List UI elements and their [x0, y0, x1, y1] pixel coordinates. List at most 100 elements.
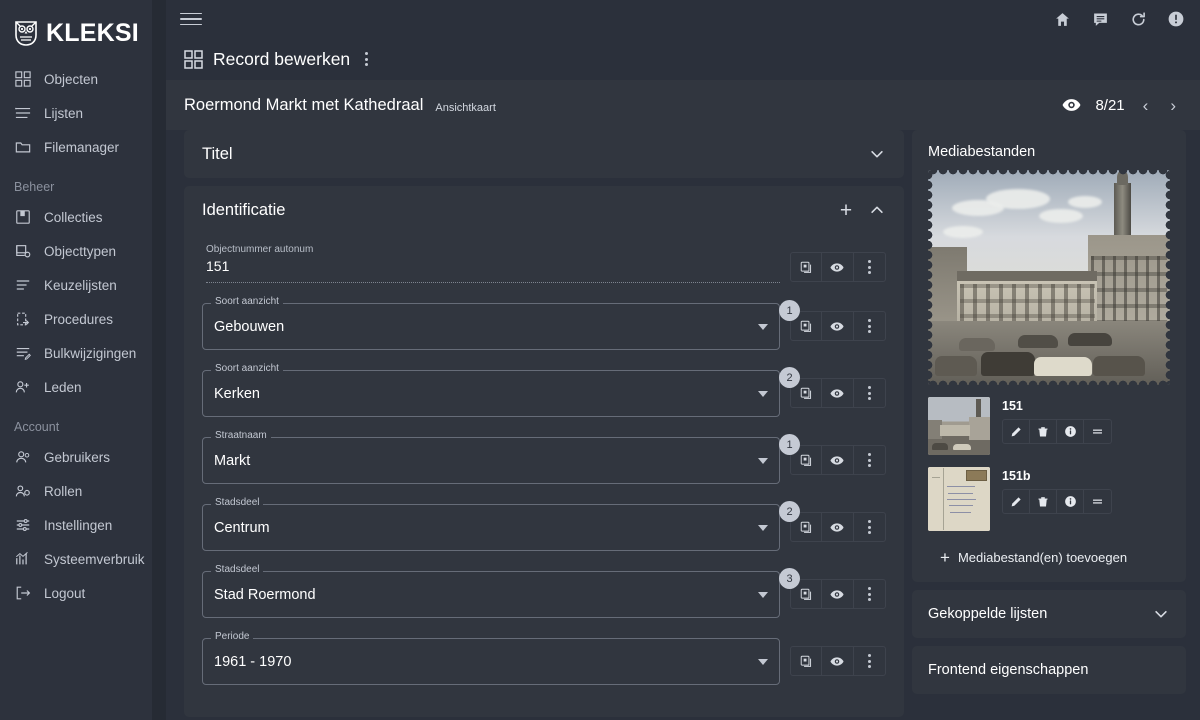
info-icon[interactable]: [1057, 490, 1084, 513]
grid-four-icon: [184, 49, 203, 69]
hamburger-menu-icon[interactable]: [180, 8, 202, 30]
pencil-edit-icon[interactable]: [1003, 420, 1030, 443]
folder-icon: [14, 138, 32, 156]
section-titel-header[interactable]: Titel: [184, 130, 904, 178]
prev-record-button[interactable]: ‹: [1139, 95, 1153, 116]
sidebar-item-systeemverbruik[interactable]: Systeemverbruik: [0, 542, 166, 576]
pencil-edit-icon[interactable]: [1003, 490, 1030, 513]
sidebar-item-objecten[interactable]: Objecten: [0, 62, 166, 96]
section-identificatie: Identificatie + Objectnummer autonum 151…: [184, 186, 904, 717]
media-item-meta: 151: [1002, 397, 1170, 444]
plus-icon[interactable]: +: [834, 198, 858, 222]
eye-icon[interactable]: [822, 312, 854, 340]
sidebar-item-rollen[interactable]: Rollen: [0, 474, 166, 508]
panel-frontend-eigenschappen[interactable]: Frontend eigenschappen: [912, 646, 1186, 694]
chevron-down-icon[interactable]: [1152, 605, 1170, 623]
field-objectnummer-autonum[interactable]: Objectnummer autonum 151: [202, 242, 780, 283]
sidebar-item-objecttypen[interactable]: Objecttypen: [0, 234, 166, 268]
page-header: Record bewerken: [166, 38, 1200, 80]
field-index-badge: 1: [779, 434, 800, 455]
kebab-menu-icon[interactable]: [854, 513, 885, 541]
chevron-down-icon[interactable]: [868, 145, 886, 163]
logout-icon: [14, 584, 32, 602]
field-straatnaam[interactable]: Straatnaam Markt: [202, 431, 780, 484]
media-hero-image[interactable]: [928, 170, 1170, 385]
chevron-down-icon[interactable]: [758, 524, 768, 531]
eye-icon[interactable]: [822, 379, 854, 407]
chart-usage-icon: [14, 550, 32, 568]
media-thumbnail[interactable]: [928, 467, 990, 531]
field-periode[interactable]: Periode 1961 - 1970: [202, 632, 780, 685]
sidebar-item-label: Collecties: [44, 209, 103, 225]
kebab-menu-icon[interactable]: [854, 312, 885, 340]
sidebar-item-lijsten[interactable]: Lijsten: [0, 96, 166, 130]
chat-message-icon[interactable]: [1090, 9, 1110, 29]
chevron-down-icon[interactable]: [758, 591, 768, 598]
sidebar-item-procedures[interactable]: Procedures: [0, 302, 166, 336]
kebab-menu-icon[interactable]: [854, 379, 885, 407]
plus-icon: +: [940, 548, 950, 567]
next-record-button[interactable]: ›: [1166, 95, 1180, 116]
alert-circle-icon[interactable]: [1166, 9, 1186, 29]
refresh-icon[interactable]: [1128, 9, 1148, 29]
media-column: Mediabestanden 151 151b + Mediabestand(e…: [912, 130, 1200, 720]
sidebar-item-logout[interactable]: Logout: [0, 576, 166, 610]
home-icon[interactable]: [1052, 9, 1072, 29]
list-icon: [14, 104, 32, 122]
field-stadsdeel-1[interactable]: Stadsdeel Centrum: [202, 498, 780, 551]
field-stadsdeel-2[interactable]: Stadsdeel Stad Roermond: [202, 565, 780, 618]
kebab-menu-icon[interactable]: [854, 580, 885, 608]
field-soort-aanzicht-1[interactable]: Soort aanzicht Gebouwen: [202, 297, 780, 350]
media-panel-title: Mediabestanden: [928, 144, 1036, 160]
field-label: Stadsdeel: [211, 565, 264, 575]
chevron-down-icon[interactable]: [758, 457, 768, 464]
field-tools: 3: [779, 568, 886, 609]
duplicate-icon[interactable]: [791, 647, 823, 675]
panel-gekoppelde-lijsten[interactable]: Gekoppelde lijsten: [912, 590, 1186, 638]
media-thumbnail[interactable]: [928, 397, 990, 455]
eye-icon[interactable]: [822, 253, 854, 281]
chevron-up-icon[interactable]: [868, 201, 886, 219]
sidebar-item-collecties[interactable]: Collecties: [0, 200, 166, 234]
trash-delete-icon[interactable]: [1030, 490, 1057, 513]
duplicate-icon[interactable]: [791, 253, 823, 281]
drag-handle-icon[interactable]: [1084, 490, 1111, 513]
panel-label: Gekoppelde lijsten: [928, 606, 1048, 622]
sidebar-item-label: Objecttypen: [44, 243, 117, 259]
chevron-down-icon[interactable]: [758, 390, 768, 397]
main-area: Record bewerken Roermond Markt met Kathe…: [166, 0, 1200, 720]
eye-icon[interactable]: [1062, 98, 1081, 112]
kebab-menu-icon[interactable]: [854, 253, 885, 281]
sidebar-item-bulkwijzigingen[interactable]: Bulkwijzigingen: [0, 336, 166, 370]
kebab-menu-icon[interactable]: [854, 446, 885, 474]
media-item-tools: [1002, 489, 1112, 514]
sidebar-section-beheer: Beheer: [14, 180, 55, 194]
field-label: Objectnummer autonum: [206, 244, 314, 255]
sidebar-item-leden[interactable]: Leden: [0, 370, 166, 404]
trash-delete-icon[interactable]: [1030, 420, 1057, 443]
kebab-menu-icon[interactable]: [854, 647, 885, 675]
eye-icon[interactable]: [822, 647, 854, 675]
page-kebab-menu-icon[interactable]: [360, 49, 373, 69]
field-row: Soort aanzicht Kerken 2: [202, 364, 886, 417]
field-index-badge: 1: [779, 300, 800, 321]
sidebar-item-instellingen[interactable]: Instellingen: [0, 508, 166, 542]
eye-icon[interactable]: [822, 513, 854, 541]
eye-icon[interactable]: [822, 580, 854, 608]
settings-sliders-icon: [14, 516, 32, 534]
info-icon[interactable]: [1057, 420, 1084, 443]
choice-list-icon: [14, 276, 32, 294]
sidebar-item-filemanager[interactable]: Filemanager: [0, 130, 166, 164]
drag-handle-icon[interactable]: [1084, 420, 1111, 443]
eye-icon[interactable]: [822, 446, 854, 474]
sidebar-item-gebruikers[interactable]: Gebruikers: [0, 440, 166, 474]
chevron-down-icon[interactable]: [758, 658, 768, 665]
brand[interactable]: KLEKSI: [0, 0, 166, 52]
chevron-down-icon[interactable]: [758, 323, 768, 330]
sidebar-scrollbar[interactable]: [152, 0, 166, 720]
field-soort-aanzicht-2[interactable]: Soort aanzicht Kerken: [202, 364, 780, 417]
sidebar-item-keuzelijsten[interactable]: Keuzelijsten: [0, 268, 166, 302]
members-add-icon: [14, 378, 32, 396]
add-media-button[interactable]: + Mediabestand(en) toevoegen: [928, 549, 1170, 566]
section-identificatie-header[interactable]: Identificatie +: [184, 186, 904, 234]
